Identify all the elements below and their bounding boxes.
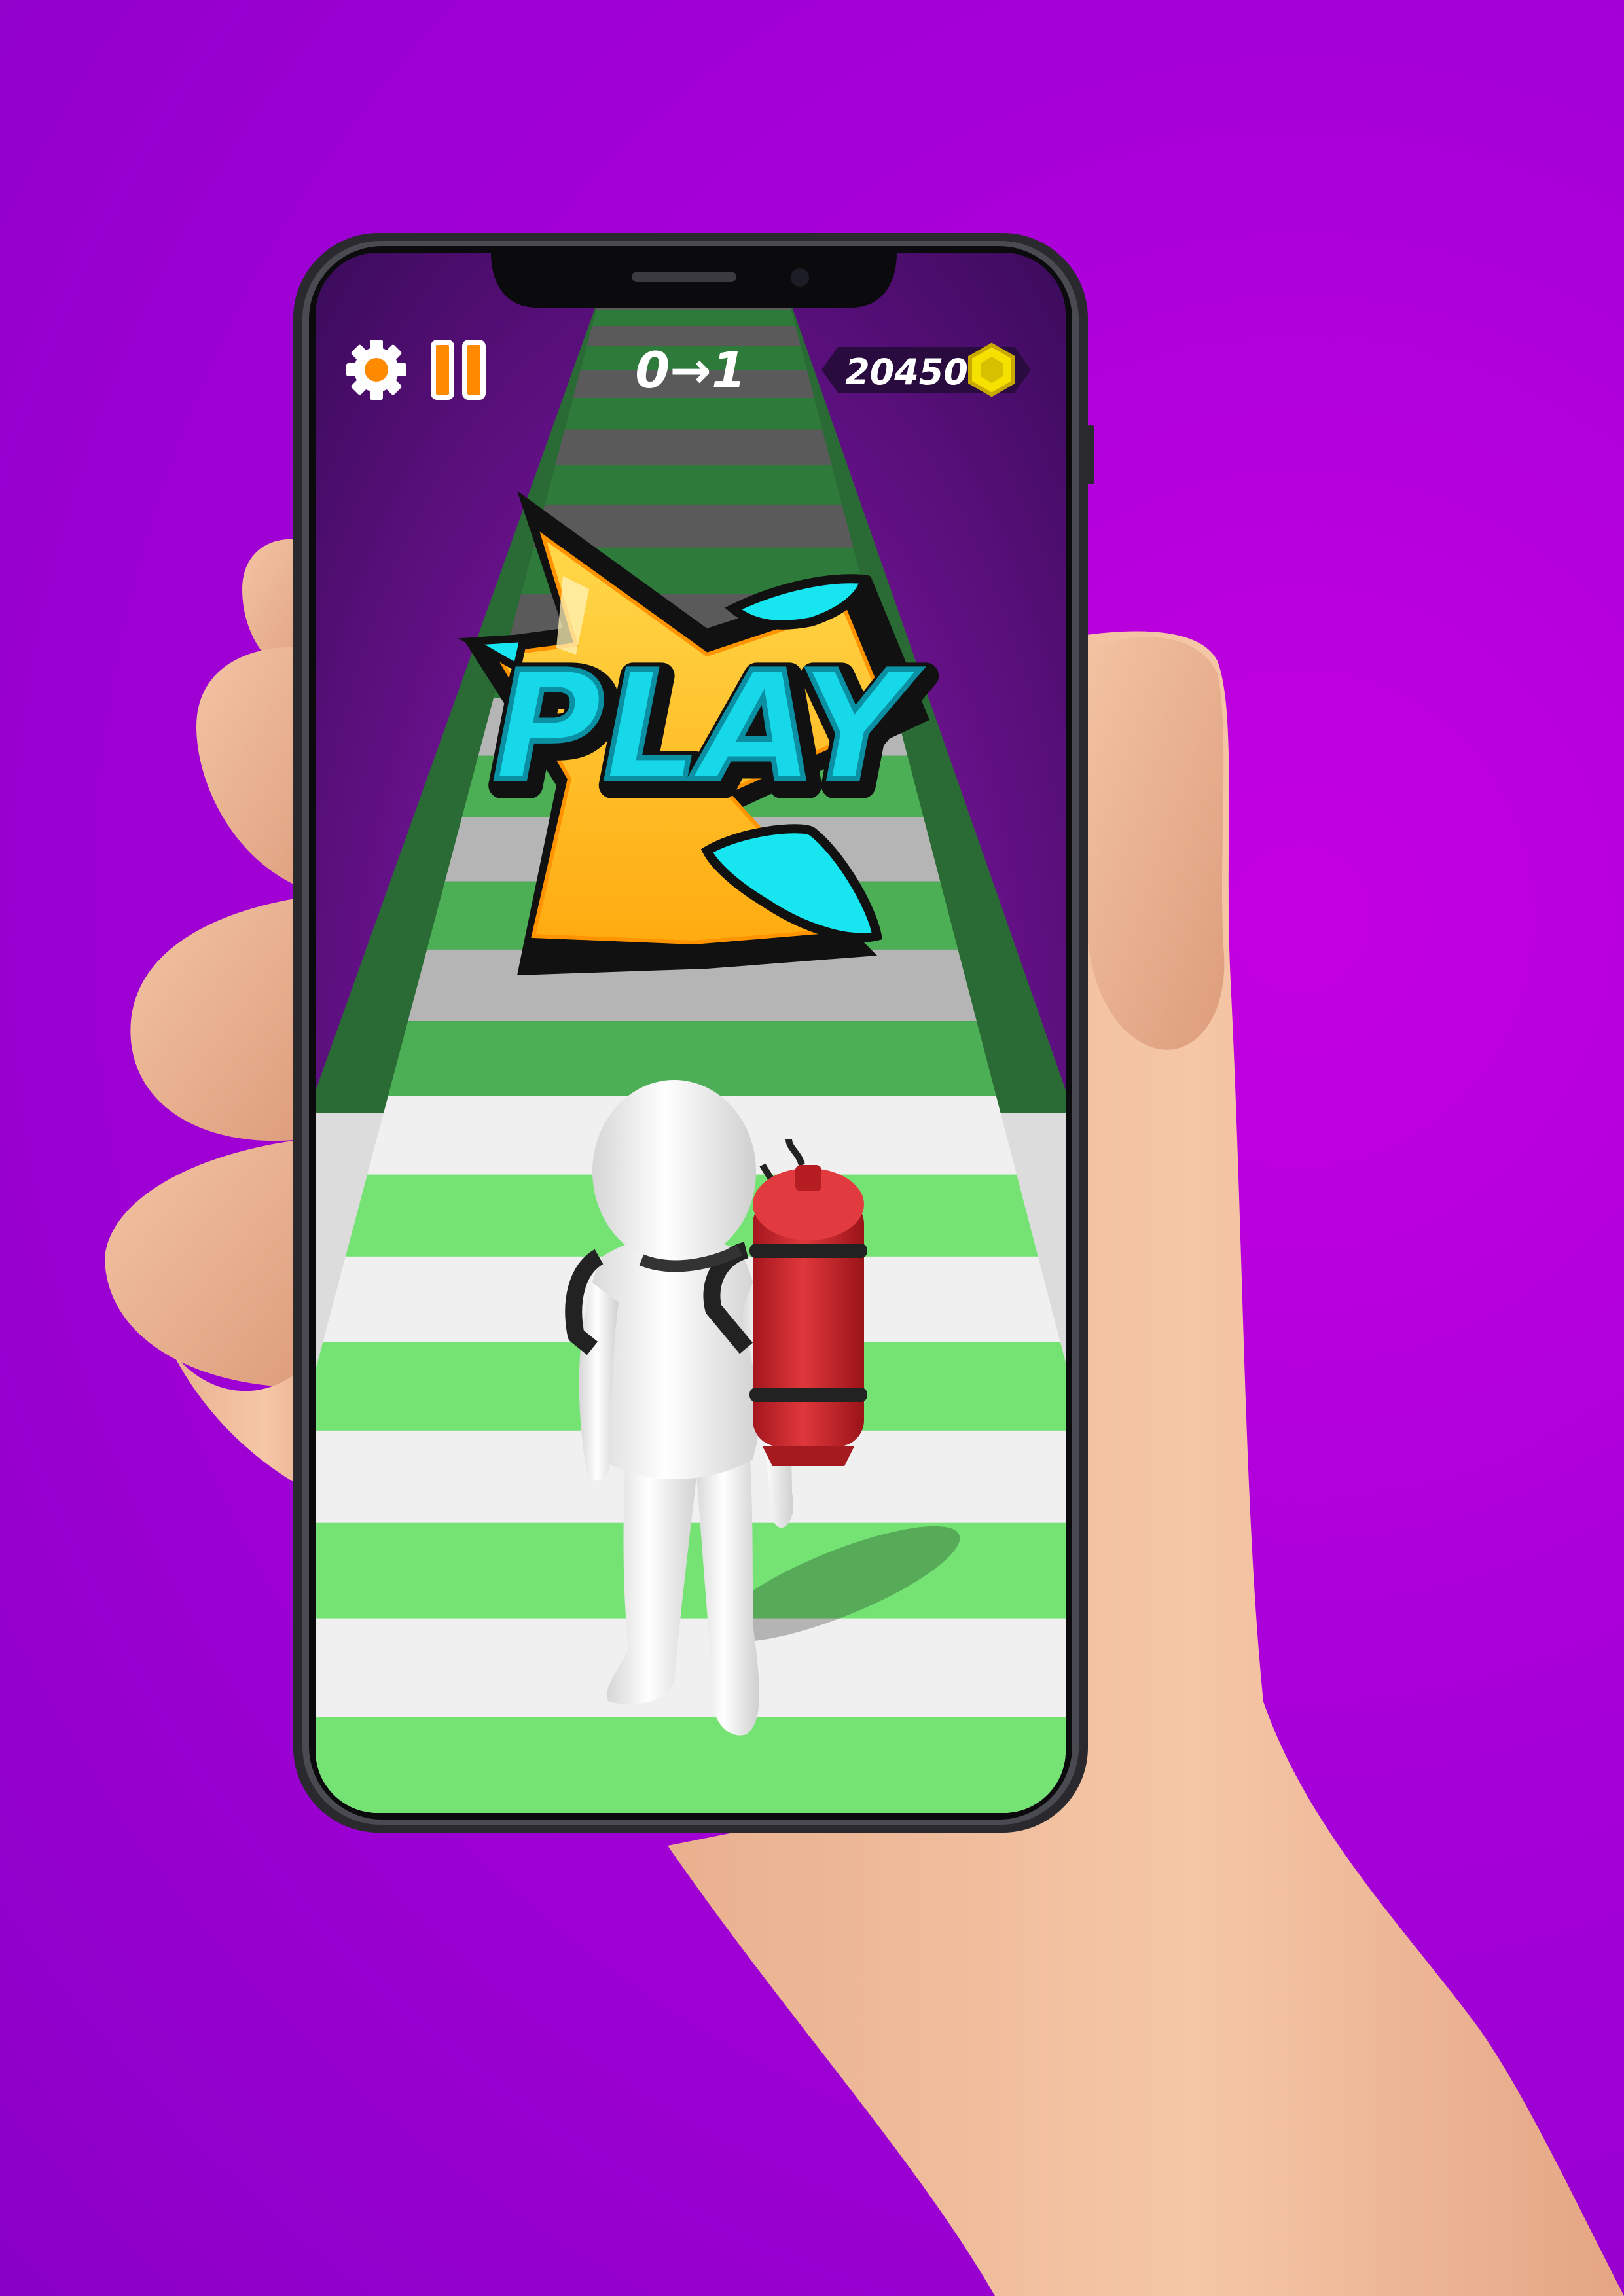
level-progress: 0→1 xyxy=(635,341,746,399)
track-stripe xyxy=(592,310,796,327)
finger-4 xyxy=(105,1139,308,1388)
finger-3 xyxy=(130,897,308,1141)
track-stripe xyxy=(564,397,823,430)
play-label: PLAY xyxy=(493,640,921,815)
gear-icon xyxy=(346,340,406,400)
track-stripe xyxy=(545,465,842,505)
hex-coin-icon xyxy=(968,342,1015,397)
coin-counter: 20450 xyxy=(821,342,1031,397)
game-screen: PLAY PLAY 0→1 20450 xyxy=(316,253,1066,1813)
track-stripe xyxy=(555,429,832,465)
coin-count: 20450 xyxy=(845,351,968,393)
notch xyxy=(491,253,897,308)
scene: PLAY PLAY 0→1 20450 xyxy=(105,233,1624,2296)
jetpack xyxy=(749,1138,867,1466)
track-stripe xyxy=(316,1618,1066,1717)
track-stripe xyxy=(316,1522,1066,1619)
speaker xyxy=(632,272,736,282)
settings-button[interactable] xyxy=(346,340,406,400)
side-button xyxy=(1087,425,1094,484)
front-camera xyxy=(791,268,809,287)
character-head xyxy=(592,1080,756,1263)
hud: 0→1 20450 xyxy=(346,340,1031,400)
